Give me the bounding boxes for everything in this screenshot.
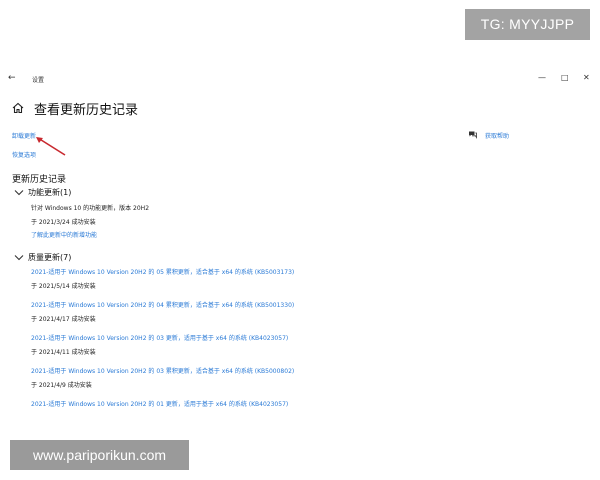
chevron-down-icon (14, 190, 24, 196)
watermark-top: TG: MYYJJPP (465, 9, 590, 40)
quality-update-link[interactable]: 2021-适用于 Windows 10 Version 20H2 的 03 更新… (31, 333, 288, 342)
quality-update-link[interactable]: 2021-适用于 Windows 10 Version 20H2 的 01 更新… (31, 399, 288, 408)
quality-update-status: 于 2021/4/11 成功安装 (31, 349, 96, 356)
page-title: 查看更新历史记录 (34, 103, 139, 118)
home-icon[interactable] (12, 102, 24, 114)
feature-updates-label: 功能更新(1) (28, 188, 72, 197)
close-button[interactable]: ✕ (583, 73, 590, 82)
quality-updates-label: 质量更新(7) (28, 253, 72, 262)
title-bar: ← 设置 — □ ✕ (0, 70, 600, 90)
quality-update-status: 于 2021/4/9 成功安装 (31, 382, 92, 389)
quality-update-link[interactable]: 2021-适用于 Windows 10 Version 20H2 的 04 累积… (31, 300, 294, 309)
whats-new-link[interactable]: 了解此更新中的新增功能 (31, 230, 97, 239)
get-help-link[interactable]: 获取帮助 (485, 131, 509, 140)
quality-update-link[interactable]: 2021-适用于 Windows 10 Version 20H2 的 05 累积… (31, 267, 294, 276)
feature-update-name: 针对 Windows 10 的功能更新，版本 20H2 (31, 205, 150, 212)
uninstall-updates-link[interactable]: 卸载更新 (12, 131, 36, 140)
recovery-options-link[interactable]: 恢复选项 (12, 150, 36, 159)
annotation-arrow (36, 137, 66, 156)
help-chat-icon[interactable] (468, 130, 477, 139)
minimize-button[interactable]: — (538, 73, 546, 82)
arrow-left-icon[interactable]: ← (8, 73, 16, 83)
watermark-bottom: www.pariporikun.com (10, 440, 189, 470)
quality-update-status: 于 2021/5/14 成功安装 (31, 283, 96, 290)
maximize-button[interactable]: □ (561, 73, 569, 82)
chevron-down-icon (14, 255, 24, 261)
quality-update-status: 于 2021/4/17 成功安装 (31, 316, 96, 323)
quality-update-link[interactable]: 2021-适用于 Windows 10 Version 20H2 的 03 累积… (31, 366, 294, 375)
update-history-heading: 更新历史记录 (12, 175, 67, 185)
feature-update-status: 于 2021/3/24 成功安装 (31, 219, 96, 226)
window-title: 设置 (32, 77, 45, 84)
